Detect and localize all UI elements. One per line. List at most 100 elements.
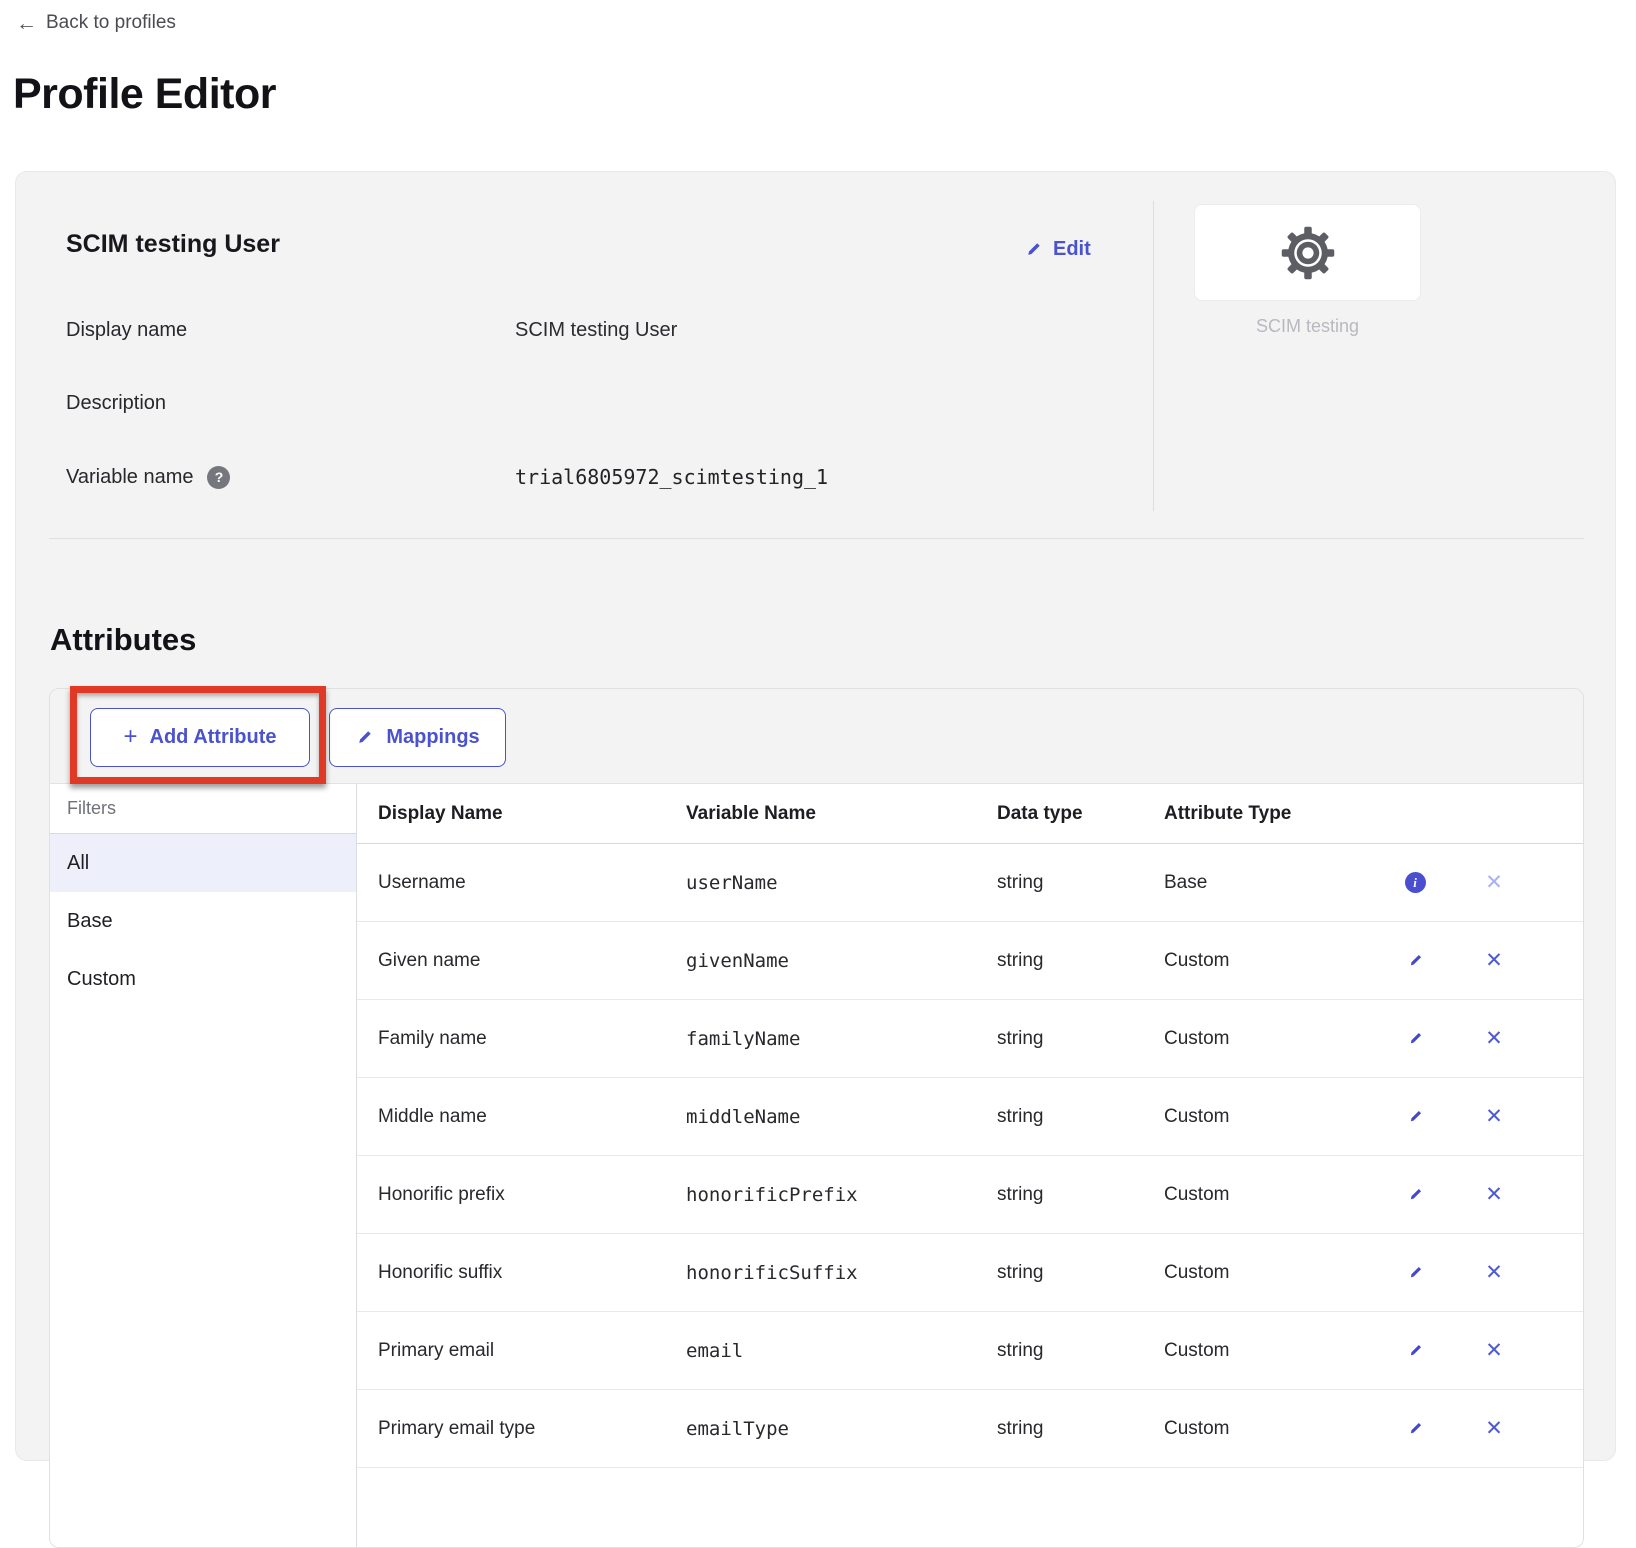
attribute-table-row: Username userName string Base i ✕	[357, 844, 1583, 922]
profile-name-heading: SCIM testing User	[66, 230, 280, 259]
filter-item-base[interactable]: Base	[50, 892, 356, 950]
column-header-variable-name: Variable Name	[686, 803, 816, 825]
cell-variable-name: emailType	[686, 1418, 789, 1440]
cell-variable-name: familyName	[686, 1028, 800, 1050]
vertical-divider	[1153, 201, 1154, 511]
cell-display-name: Honorific prefix	[378, 1184, 505, 1206]
profile-editor-card: SCIM testing User Edit	[15, 171, 1616, 1461]
pencil-icon	[1024, 240, 1043, 259]
remove-attribute-icon[interactable]: ✕	[1481, 948, 1507, 974]
cell-variable-name: honorificSuffix	[686, 1262, 858, 1284]
x-icon: ✕	[1485, 1340, 1503, 1361]
remove-attribute-icon[interactable]: ✕	[1481, 1338, 1507, 1364]
attribute-table-row: Primary email email string Custom ✕	[357, 1312, 1583, 1390]
cell-attribute-type: Custom	[1164, 1262, 1229, 1284]
pencil-icon	[1407, 1108, 1424, 1125]
cell-display-name: Username	[378, 872, 466, 894]
edit-attribute-pencil-icon[interactable]	[1402, 1338, 1428, 1364]
cell-variable-name: middleName	[686, 1106, 800, 1128]
attribute-table-row: Primary email type emailType string Cust…	[357, 1390, 1583, 1468]
cell-display-name: Family name	[378, 1028, 487, 1050]
edit-attribute-pencil-icon[interactable]	[1402, 1260, 1428, 1286]
cell-data-type: string	[997, 1418, 1043, 1440]
pencil-icon	[1407, 1030, 1424, 1047]
attribute-table-row: Honorific prefix honorificPrefix string …	[357, 1156, 1583, 1234]
cell-display-name: Primary email type	[378, 1418, 535, 1440]
help-icon[interactable]: ?	[207, 466, 230, 489]
edit-attribute-pencil-icon[interactable]	[1402, 1182, 1428, 1208]
section-divider	[49, 538, 1584, 539]
remove-attribute-icon[interactable]: ✕	[1481, 1104, 1507, 1130]
cell-attribute-type: Custom	[1164, 1418, 1229, 1440]
profile-field-row: Variable name ? trial6805972_scimtesting…	[66, 464, 1066, 490]
pencil-icon	[1407, 1420, 1424, 1437]
column-header-attribute-type: Attribute Type	[1164, 803, 1291, 825]
info-circle: i	[1405, 872, 1426, 893]
back-link-label: Back to profiles	[46, 12, 176, 34]
info-icon[interactable]: i	[1402, 870, 1428, 896]
edit-attribute-pencil-icon[interactable]	[1402, 1416, 1428, 1442]
attribute-table-row: Middle name middleName string Custom ✕	[357, 1078, 1583, 1156]
cell-attribute-type: Base	[1164, 872, 1207, 894]
x-icon: ✕	[1485, 1106, 1503, 1127]
remove-attribute-icon[interactable]: ✕	[1481, 1026, 1507, 1052]
mappings-label: Mappings	[386, 726, 479, 749]
column-header-data-type: Data type	[997, 803, 1083, 825]
remove-attribute-icon[interactable]: ✕	[1481, 870, 1507, 896]
cell-data-type: string	[997, 1106, 1043, 1128]
edit-attribute-pencil-icon[interactable]	[1402, 948, 1428, 974]
add-attribute-label: Add Attribute	[150, 726, 277, 749]
cell-display-name: Middle name	[378, 1106, 487, 1128]
edit-attribute-pencil-icon[interactable]	[1402, 1104, 1428, 1130]
pencil-icon	[1407, 952, 1424, 969]
profile-field-row: Display name SCIM testing User	[66, 317, 1066, 343]
mappings-button[interactable]: Mappings	[329, 708, 506, 767]
table-header-row: Display Name Variable Name Data type Att…	[357, 784, 1583, 844]
pencil-icon	[1407, 1264, 1424, 1281]
remove-attribute-icon[interactable]: ✕	[1481, 1416, 1507, 1442]
cell-display-name: Given name	[378, 950, 480, 972]
column-header-display-name: Display Name	[378, 803, 503, 825]
profile-field-label: Description	[66, 392, 166, 415]
attributes-table: Display Name Variable Name Data type Att…	[357, 784, 1583, 1547]
profile-field-row: Description	[66, 390, 1066, 416]
remove-attribute-icon[interactable]: ✕	[1481, 1260, 1507, 1286]
cell-attribute-type: Custom	[1164, 1184, 1229, 1206]
cell-attribute-type: Custom	[1164, 950, 1229, 972]
cell-attribute-type: Custom	[1164, 1340, 1229, 1362]
profile-field-label: Display name	[66, 319, 187, 342]
cell-attribute-type: Custom	[1164, 1028, 1229, 1050]
x-icon: ✕	[1485, 1418, 1503, 1439]
attribute-table-row: Given name givenName string Custom ✕	[357, 922, 1583, 1000]
remove-attribute-icon[interactable]: ✕	[1481, 1182, 1507, 1208]
profile-field-value: trial6805972_scimtesting_1	[515, 465, 828, 489]
filter-item-all[interactable]: All	[50, 834, 356, 892]
filters-heading: Filters	[50, 784, 356, 834]
cell-variable-name: email	[686, 1340, 743, 1362]
edit-profile-button[interactable]: Edit	[1024, 238, 1091, 261]
attribute-table-row: Honorific suffix honorificSuffix string …	[357, 1234, 1583, 1312]
pencil-icon	[1407, 1342, 1424, 1359]
cell-attribute-type: Custom	[1164, 1106, 1229, 1128]
attributes-toolbar: + Add Attribute Mappings	[50, 689, 1583, 784]
cell-data-type: string	[997, 1340, 1043, 1362]
pencil-icon	[355, 728, 374, 747]
pencil-icon	[1407, 1186, 1424, 1203]
edit-attribute-pencil-icon[interactable]	[1402, 1026, 1428, 1052]
filters-sidebar: Filters All Base Custom	[50, 784, 357, 1547]
cell-display-name: Primary email	[378, 1340, 494, 1362]
x-icon: ✕	[1485, 950, 1503, 971]
x-icon: ✕	[1485, 1028, 1503, 1049]
cell-data-type: string	[997, 872, 1043, 894]
cell-data-type: string	[997, 1184, 1043, 1206]
x-icon: ✕	[1485, 1184, 1503, 1205]
profile-field-label: Variable name ?	[66, 466, 230, 489]
add-attribute-button[interactable]: + Add Attribute	[90, 708, 310, 767]
cell-data-type: string	[997, 1028, 1043, 1050]
filter-item-custom[interactable]: Custom	[50, 950, 356, 1008]
back-to-profiles-link[interactable]: ← Back to profiles	[16, 12, 176, 34]
edit-label: Edit	[1053, 238, 1091, 261]
x-icon: ✕	[1485, 1262, 1503, 1283]
app-logo-caption: SCIM testing	[1194, 316, 1421, 337]
cell-display-name: Honorific suffix	[378, 1262, 502, 1284]
